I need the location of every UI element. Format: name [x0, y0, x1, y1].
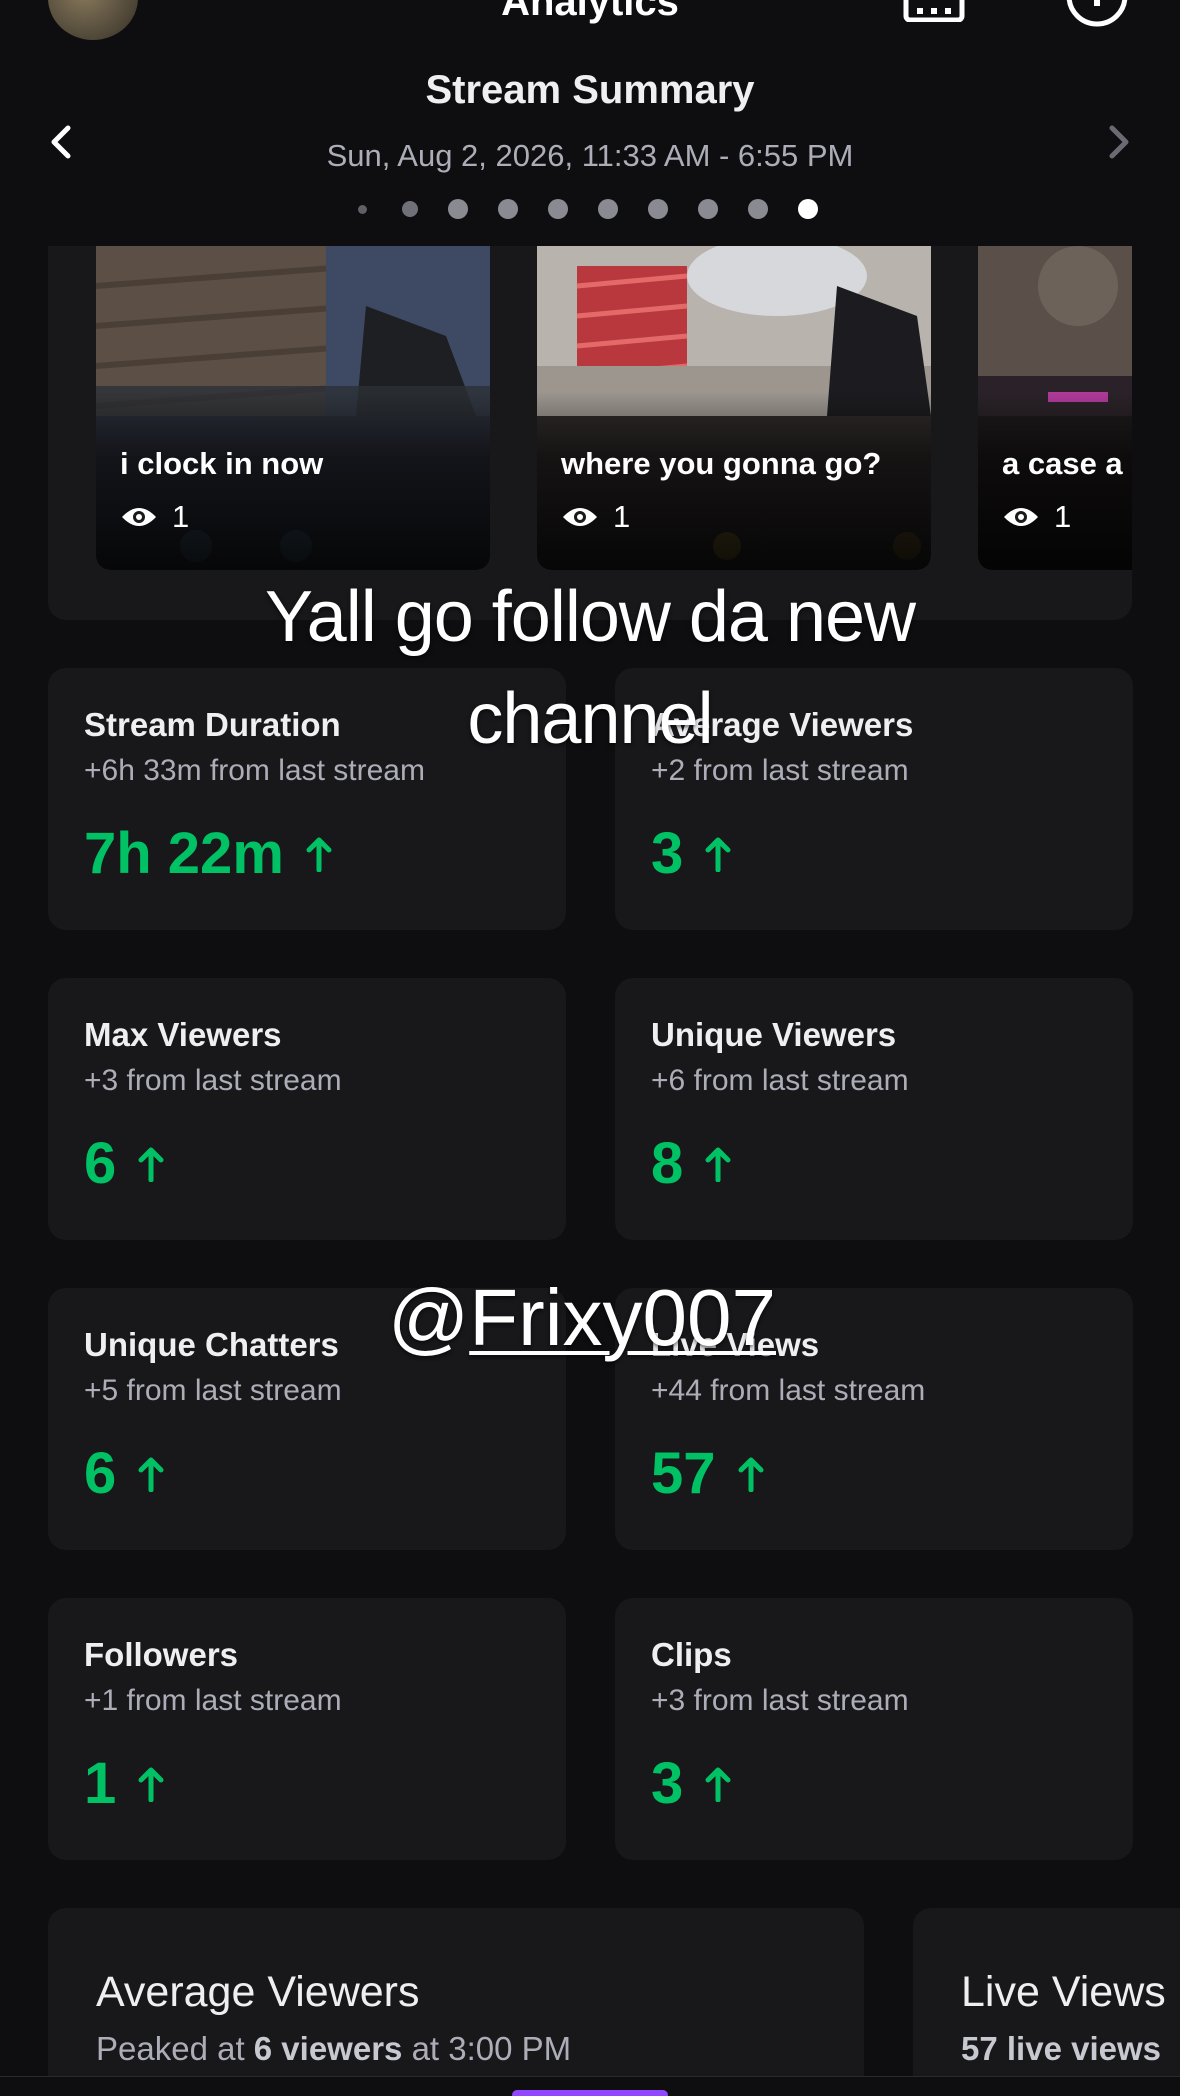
stat-label: Unique Viewers — [651, 1016, 897, 1053]
stat-value-number: 7h 22m — [84, 821, 284, 886]
live-views-chart-card[interactable]: Live Views 57 live views — [913, 1908, 1180, 2096]
pager-dot[interactable] — [357, 204, 367, 214]
caption-overlay: Yall go follow da new channel — [264, 577, 916, 759]
eye-icon — [1004, 508, 1038, 526]
stream-summary-title: Stream Summary — [425, 68, 755, 112]
eye-icon — [563, 508, 597, 526]
calendar-icon[interactable] — [903, 0, 965, 22]
stream-pager-dots — [0, 199, 1180, 219]
arrow-up-icon — [705, 1147, 731, 1182]
previous-stream-chevron-icon[interactable] — [44, 122, 80, 162]
chart-title: Average Viewers — [96, 1968, 420, 2016]
clip-view-count: 1 — [120, 499, 189, 535]
clip-views-value: 1 — [613, 499, 631, 534]
top-clips-carousel[interactable]: i clock in now 1 where you gonna go? 1 a… — [48, 246, 1132, 620]
stat-card-clips: Clips +3 from last stream 3 — [615, 1598, 1133, 1860]
info-icon[interactable] — [1064, 0, 1130, 28]
clip-card[interactable]: a case a 1 — [978, 246, 1132, 570]
stat-value: 1 — [84, 1750, 164, 1817]
arrow-up-icon — [306, 837, 332, 872]
next-stream-chevron-icon[interactable] — [1100, 122, 1136, 162]
stat-value-number: 6 — [84, 1441, 117, 1506]
pager-dot[interactable] — [747, 199, 768, 219]
stat-value: 57 — [651, 1440, 764, 1507]
bottom-nav-indicator — [512, 2090, 668, 2096]
chart-subtitle: 57 live views — [961, 2030, 1161, 2067]
clip-title: where you gonna go? — [561, 446, 882, 481]
clip-views-value: 1 — [1054, 499, 1072, 534]
stat-label: Unique Chatters — [84, 1326, 339, 1363]
stream-date-range: Sun, Aug 2, 2026, 11:33 AM - 6:55 PM — [326, 138, 854, 173]
pager-dot[interactable] — [647, 199, 668, 219]
stat-value: 6 — [84, 1440, 164, 1507]
pager-dot[interactable] — [597, 199, 618, 219]
stat-value: 7h 22m — [84, 820, 332, 887]
stat-card-max-viewers: Max Viewers +3 from last stream 6 — [48, 978, 566, 1240]
clip-card[interactable]: i clock in now 1 — [96, 246, 490, 570]
eye-icon — [122, 508, 156, 526]
stat-delta: +1 from last stream — [84, 1684, 342, 1717]
stat-delta: +44 from last stream — [651, 1374, 926, 1407]
pager-dot[interactable] — [447, 199, 468, 219]
chart-subtitle: Peaked at 6 viewers at 3:00 PM — [96, 2030, 572, 2067]
page-title: Analytics — [501, 0, 679, 24]
stat-delta: +3 from last stream — [651, 1684, 909, 1717]
stat-value-number: 3 — [651, 1751, 684, 1816]
clip-title: a case a — [1002, 446, 1123, 481]
clip-views-value: 1 — [172, 499, 190, 534]
stat-value-number: 3 — [651, 821, 684, 886]
handle-overlay: @Frixy007 — [388, 1273, 776, 1362]
arrow-up-icon — [138, 1147, 164, 1182]
stat-value-number: 6 — [84, 1131, 117, 1196]
clip-title: i clock in now — [120, 446, 324, 481]
arrow-up-icon — [138, 1767, 164, 1802]
pager-dot[interactable] — [547, 199, 568, 219]
arrow-up-icon — [705, 837, 731, 872]
stat-label: Max Viewers — [84, 1016, 282, 1053]
pager-dot[interactable] — [697, 199, 718, 219]
pager-dot[interactable] — [401, 201, 418, 217]
stat-value: 3 — [651, 1750, 731, 1817]
stat-card-followers: Followers +1 from last stream 1 — [48, 1598, 566, 1860]
stat-value: 3 — [651, 820, 731, 887]
stat-value: 6 — [84, 1130, 164, 1197]
average-viewers-chart-card[interactable]: Average Viewers Peaked at 6 viewers at 3… — [48, 1908, 864, 2096]
stat-card-unique-viewers: Unique Viewers +6 from last stream 8 — [615, 978, 1133, 1240]
clip-view-count: 1 — [1002, 499, 1071, 535]
arrow-up-icon — [138, 1457, 164, 1492]
stat-label: Followers — [84, 1636, 239, 1673]
clip-view-count: 1 — [561, 499, 630, 535]
chart-title: Live Views — [961, 1968, 1166, 2016]
clip-card[interactable]: where you gonna go? 1 — [537, 246, 931, 570]
pager-dot[interactable] — [497, 199, 518, 219]
stat-value-number: 1 — [84, 1751, 117, 1816]
stat-delta: +6 from last stream — [651, 1064, 909, 1097]
stat-delta: +5 from last stream — [84, 1374, 342, 1407]
stat-value-number: 8 — [651, 1131, 684, 1196]
stat-value-number: 57 — [651, 1441, 716, 1506]
stat-delta: +3 from last stream — [84, 1064, 342, 1097]
arrow-up-icon — [738, 1457, 764, 1492]
pager-dot[interactable] — [797, 199, 818, 219]
stat-label: Clips — [651, 1636, 732, 1673]
stat-value: 8 — [651, 1130, 731, 1197]
arrow-up-icon — [705, 1767, 731, 1802]
